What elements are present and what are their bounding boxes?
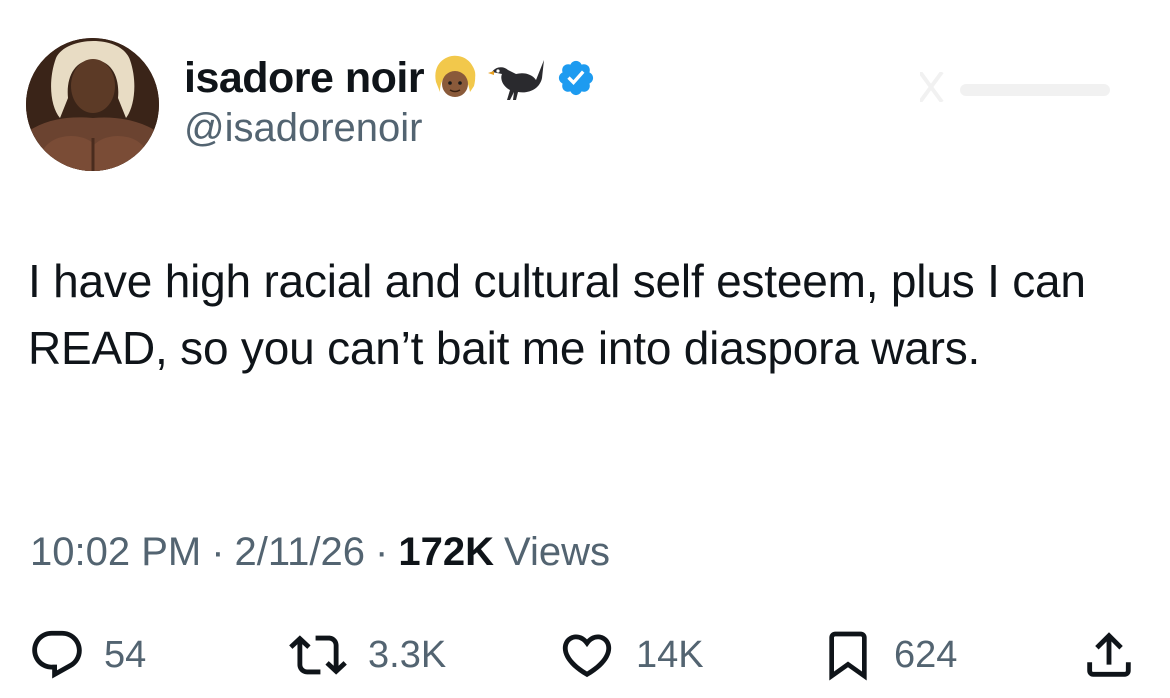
display-name[interactable]: isadore noir [184, 54, 425, 103]
bookmark-button[interactable]: 624 [820, 620, 957, 690]
repost-count: 3.3K [368, 633, 447, 676]
tweet-text: I have high racial and cultural self est… [28, 255, 1086, 374]
profile-photo-icon [26, 38, 159, 171]
x-watermark-icon [918, 70, 1110, 104]
reply-button[interactable]: 54 [28, 620, 146, 690]
like-count: 14K [636, 633, 704, 676]
tweet-meta: 10:02 PM · 2/11/26 · 172K Views [30, 530, 610, 575]
share-icon [1087, 632, 1131, 677]
share-button[interactable] [1080, 620, 1138, 690]
repost-icon [289, 635, 347, 675]
reply-icon [32, 630, 82, 679]
repost-button[interactable]: 3.3K [286, 620, 446, 690]
bookmark-icon [829, 631, 867, 681]
heart-icon [562, 634, 612, 678]
meta-separator: · [375, 530, 389, 574]
action-bar: 54 3.3K 14K 624 [0, 620, 1170, 690]
avatar[interactable] [26, 38, 159, 171]
tweet-date[interactable]: 2/11/26 [235, 530, 366, 575]
reply-count: 54 [104, 633, 147, 676]
views-count: 172K [398, 530, 494, 574]
meta-separator: · [211, 530, 225, 574]
woman-blond-hair-emoji-icon [428, 52, 480, 104]
user-handle[interactable]: @isadorenoir [184, 106, 423, 151]
name-row: isadore noir [184, 50, 596, 106]
tweet-time[interactable]: 10:02 PM [30, 530, 201, 575]
like-button[interactable]: 14K [556, 620, 704, 690]
blackbird-emoji-icon [486, 52, 548, 104]
views-label: Views [504, 530, 610, 574]
verified-badge-icon[interactable] [556, 58, 596, 98]
bookmark-count: 624 [894, 633, 958, 676]
